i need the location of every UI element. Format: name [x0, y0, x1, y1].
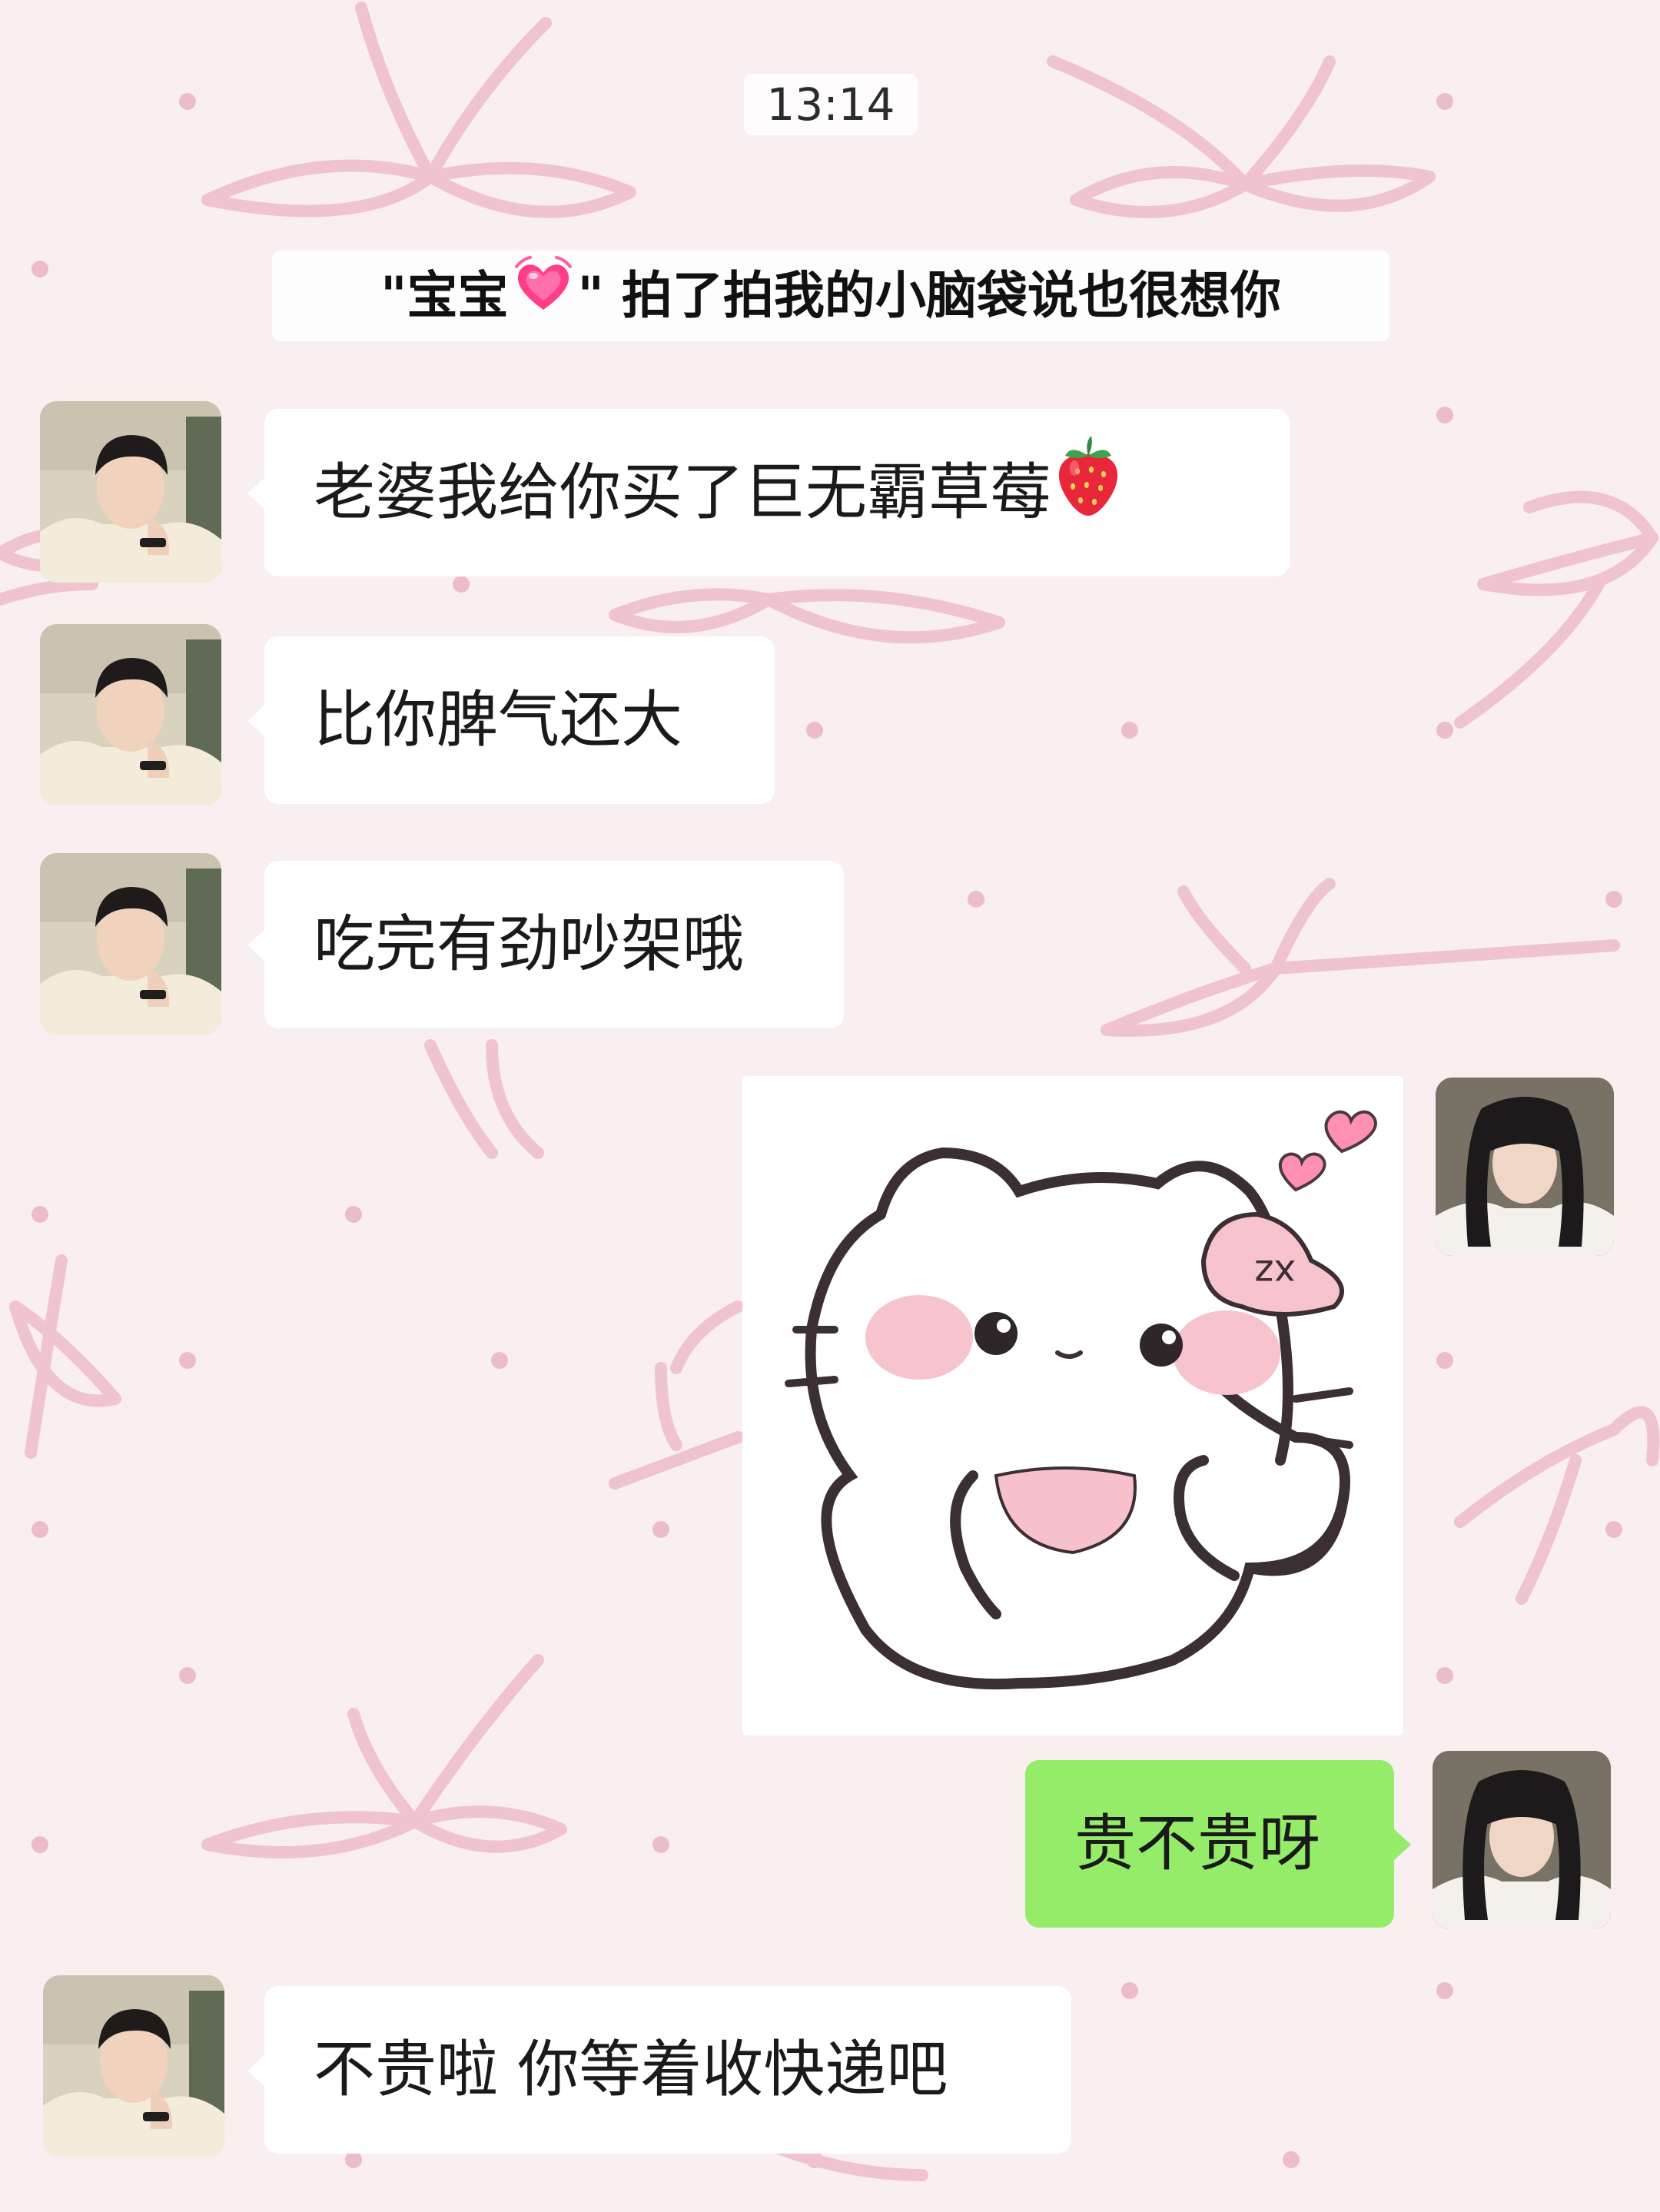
- pat-notice-prefix: "宝宝: [380, 266, 509, 325]
- strawberry-icon: [1051, 413, 1125, 580]
- message-text: 不贵啦 你等着收快递吧: [314, 2034, 948, 2105]
- message-text: 比你脾气还大: [314, 684, 682, 756]
- contact-avatar[interactable]: [40, 401, 221, 583]
- message-text: 吃完有劲吵架哦: [314, 908, 744, 980]
- my-avatar[interactable]: [1436, 1078, 1614, 1256]
- message-text: 老婆我给你买了巨无霸草莓: [314, 457, 1051, 528]
- message-bubble-sent[interactable]: 贵不贵呀: [1025, 1760, 1411, 1928]
- message-bubble-received[interactable]: 吃完有劲吵架哦: [247, 861, 844, 1028]
- pat-notice-suffix: " 拍了拍我的小脑袋说也很想你: [577, 266, 1281, 325]
- contact-avatar[interactable]: [40, 853, 221, 1035]
- my-avatar[interactable]: [1433, 1751, 1611, 1929]
- message-timestamp: 13:14: [744, 74, 918, 135]
- cute-cat-sticker[interactable]: xz: [742, 1076, 1403, 1735]
- message-text: 贵不贵呀: [1074, 1808, 1320, 1879]
- sticker-text: xz: [1254, 1251, 1296, 1294]
- growing-heart-icon: [512, 253, 575, 344]
- message-bubble-received[interactable]: 不贵啦 你等着收快递吧: [247, 1986, 1071, 2154]
- pat-notification: "宝宝 " 拍了拍我的小脑袋说也很想你: [272, 251, 1389, 341]
- contact-avatar[interactable]: [43, 1975, 224, 2157]
- message-bubble-received[interactable]: 老婆我给你买了巨无霸草莓: [247, 409, 1290, 576]
- message-bubble-received[interactable]: 比你脾气还大: [247, 636, 775, 804]
- contact-avatar[interactable]: [40, 624, 221, 805]
